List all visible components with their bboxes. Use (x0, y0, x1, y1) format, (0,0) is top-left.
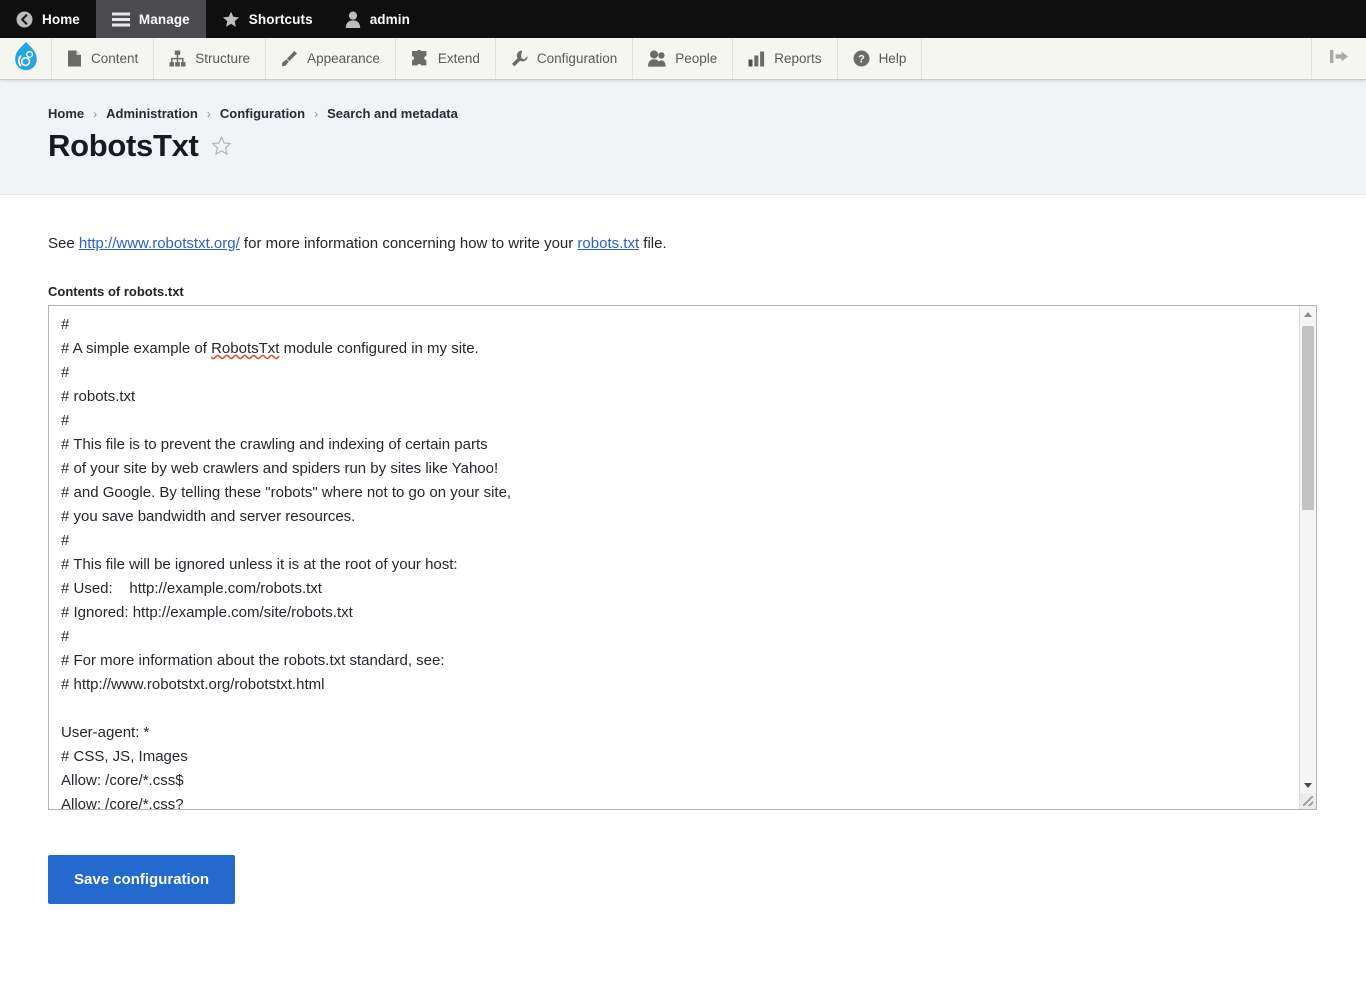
admin-menu-people[interactable]: People (633, 38, 734, 79)
robots-txt-line: # This file will be ignored unless it is… (61, 556, 458, 573)
admin-menu-appearance[interactable]: Appearance (266, 38, 396, 79)
admin-menu-people-label: People (675, 51, 718, 66)
robots-txt-line: # A simple example of RobotsTxt module c… (61, 340, 479, 357)
robots-txt-line: Allow: /core/*.css? (61, 796, 184, 809)
admin-menu-reports[interactable]: Reports (733, 38, 838, 79)
robots-txt-line: # robots.txt (61, 388, 136, 405)
robots-txt-line: # you save bandwidth and server resource… (61, 508, 356, 525)
scrollbar-thumb[interactable] (1302, 326, 1314, 510)
robots-txt-line: # This file is to prevent the crawling a… (61, 436, 488, 453)
admin-menu-reports-label: Reports (774, 51, 822, 66)
toolbar-item-shortcuts[interactable]: Shortcuts (206, 0, 329, 38)
toolbar-item-manage[interactable]: Manage (95, 0, 206, 38)
breadcrumb-separator: › (314, 106, 319, 121)
admin-menu-configuration-label: Configuration (536, 51, 618, 66)
intro-prefix: See (48, 235, 79, 252)
robots-txt-line: # (61, 628, 70, 645)
robots-txt-line: # (61, 364, 70, 381)
robots-txt-line: # (61, 316, 70, 333)
home-back-icon (16, 11, 33, 28)
toolbar-item-home[interactable]: Home (0, 0, 96, 38)
robots-txt-line: # (61, 412, 70, 429)
intro-suffix: file. (639, 235, 667, 252)
breadcrumb-item-home[interactable]: Home (48, 106, 84, 121)
form-actions: Save configuration (48, 855, 1318, 944)
user-icon (345, 11, 361, 28)
main-content: See http://www.robotstxt.org/ for more i… (0, 195, 1366, 944)
toolbar-item-manage-label: Manage (138, 11, 190, 27)
breadcrumb-separator: › (206, 106, 211, 121)
wrench-icon (511, 50, 528, 67)
admin-menu-content[interactable]: Content (52, 38, 155, 79)
robots-txt-textarea-content[interactable]: # # A simple example of RobotsTxt module … (61, 313, 1294, 809)
robots-txt-line: # Ignored: http://example.com/site/robot… (61, 604, 353, 621)
robotstxt-org-link[interactable]: http://www.robotstxt.org/ (79, 235, 240, 252)
toolbar-item-home-label: Home (42, 11, 80, 27)
page-title-row: RobotsTxt (48, 128, 1366, 164)
toolbar-filler (922, 38, 1312, 79)
admin-menu-structure[interactable]: Structure (154, 38, 267, 79)
robots-txt-line (61, 697, 1294, 721)
question-circle-icon: ? (853, 50, 870, 67)
robots-txt-line: Allow: /core/*.css$ (61, 772, 184, 789)
people-icon (648, 50, 666, 67)
robots-txt-field-label: Contents of robots.txt (48, 284, 184, 299)
robots-txt-file-link[interactable]: robots.txt (577, 235, 639, 252)
svg-text:?: ? (858, 54, 865, 66)
breadcrumb-item-administration[interactable]: Administration (106, 106, 198, 121)
robots-txt-line: # of your site by web crawlers and spide… (61, 460, 499, 477)
file-icon (67, 50, 82, 67)
save-configuration-button[interactable]: Save configuration (48, 855, 236, 904)
admin-menu-help[interactable]: ? Help (838, 38, 923, 79)
breadcrumb-item-search-and-metadata[interactable]: Search and metadata (327, 106, 458, 121)
toolbar-item-user[interactable]: admin (329, 0, 426, 38)
admin-menu-extend[interactable]: Extend (396, 38, 496, 79)
textarea-scrollbar[interactable] (1299, 306, 1316, 809)
admin-menu-content-label: Content (91, 51, 139, 66)
robots-txt-line: # CSS, JS, Images (61, 748, 188, 765)
star-outline-icon[interactable] (211, 136, 232, 156)
robots-txt-textarea[interactable]: # # A simple example of RobotsTxt module … (48, 305, 1317, 810)
toolbar-item-shortcuts-label: Shortcuts (248, 11, 313, 27)
textarea-resize-grip[interactable] (1300, 793, 1316, 809)
admin-toolbar-top: Home Manage Shortcuts admin (0, 0, 1366, 38)
robots-txt-line: User-agent: * (61, 724, 150, 741)
misspelled-word: RobotsTxt (211, 340, 280, 357)
robots-txt-line: # http://www.robotstxt.org/robotstxt.htm… (61, 676, 325, 693)
drupal-logo-link[interactable] (0, 38, 52, 79)
star-icon (222, 11, 240, 28)
intro-middle: for more information concerning how to w… (239, 235, 578, 252)
scrollbar-track[interactable] (1300, 322, 1316, 777)
drupal-drop-logo (13, 41, 39, 76)
breadcrumb: Home › Administration › Configuration › … (48, 106, 1366, 121)
scroll-down-arrow-icon[interactable] (1300, 777, 1316, 793)
robots-txt-line: # For more information about the robots.… (61, 652, 445, 669)
scroll-up-arrow-icon[interactable] (1300, 306, 1316, 322)
toolbar-orientation-toggle[interactable] (1312, 38, 1366, 79)
intro-text: See http://www.robotstxt.org/ for more i… (48, 233, 1318, 254)
robots-txt-line: # (61, 532, 70, 549)
sitemap-icon (169, 50, 186, 67)
admin-menu-structure-label: Structure (195, 51, 251, 66)
admin-menu-extend-label: Extend (437, 51, 480, 66)
breadcrumb-item-configuration[interactable]: Configuration (220, 106, 305, 121)
paintbrush-icon (281, 50, 298, 67)
page-header: Home › Administration › Configuration › … (0, 80, 1366, 195)
robots-txt-line: # Used: http://example.com/robots.txt (61, 580, 322, 597)
admin-menu-configuration[interactable]: Configuration (496, 38, 634, 79)
admin-menu-appearance-label: Appearance (307, 51, 380, 66)
toolbar-orientation-toggle-icon (1328, 49, 1350, 69)
breadcrumb-separator: › (93, 106, 98, 121)
admin-menu-help-label: Help (878, 51, 907, 66)
admin-toolbar-menu: Content Structure Appearance Extend Conf… (0, 38, 1366, 80)
page-title: RobotsTxt (48, 128, 199, 163)
bar-chart-icon (748, 51, 765, 67)
hamburger-icon (111, 12, 130, 27)
robots-txt-line: # and Google. By telling these "robots" … (61, 484, 512, 501)
toolbar-item-user-label: admin (369, 11, 410, 27)
puzzle-piece-icon (411, 50, 429, 67)
